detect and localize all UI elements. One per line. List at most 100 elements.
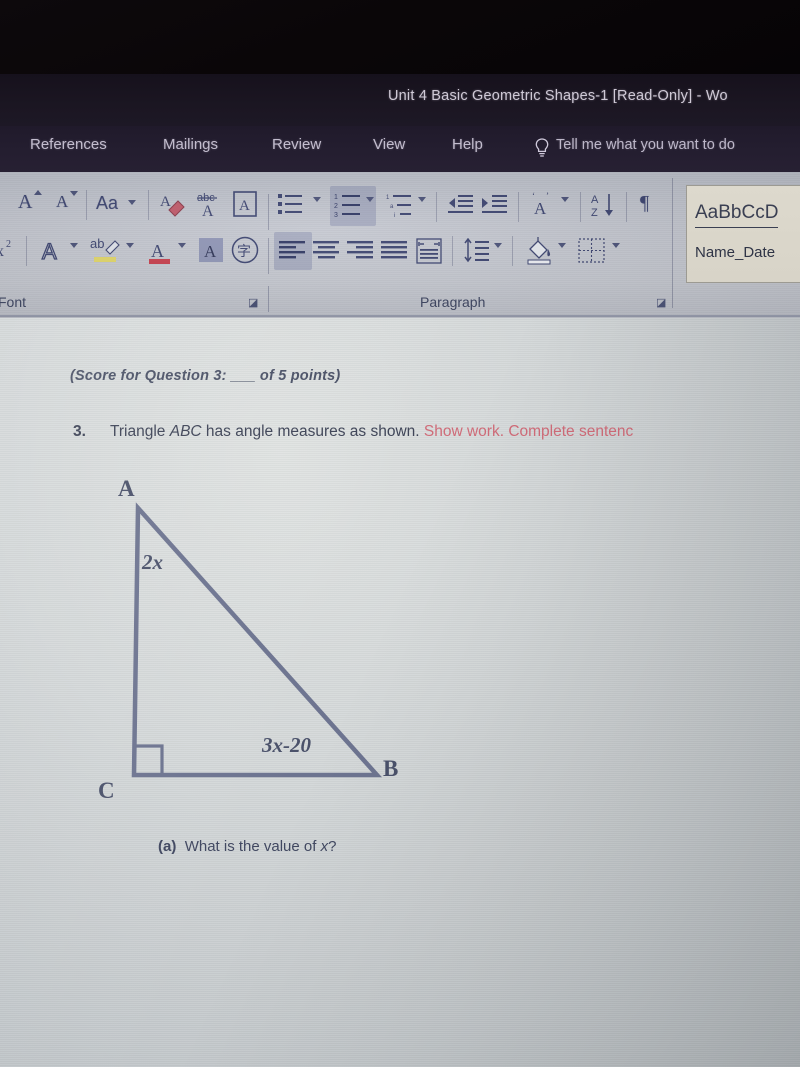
shrink-font-button[interactable]: A [56, 193, 68, 210]
numbering-icon[interactable]: 1 2 3 [334, 192, 362, 218]
increase-indent-icon[interactable] [480, 193, 508, 217]
tab-mailings[interactable]: Mailings [163, 136, 218, 153]
bullets-arrow-icon[interactable] [313, 197, 321, 202]
change-case-button[interactable]: Aa [96, 194, 118, 212]
paragraph-dialog-launcher[interactable]: ◪ [656, 296, 666, 309]
superscript-icon[interactable]: x 2 [0, 236, 22, 262]
tab-review[interactable]: Review [272, 136, 321, 153]
align-right-icon[interactable] [347, 240, 375, 262]
divider [86, 190, 87, 220]
phonetic-guide-icon[interactable]: ‘ ’ A [528, 191, 556, 217]
svg-text:A: A [202, 203, 214, 219]
svg-text:Z: Z [591, 207, 598, 219]
vertex-label-a: A [118, 476, 135, 502]
lightbulb-icon [533, 137, 551, 159]
phonetic-arrow-icon[interactable] [561, 197, 569, 202]
borders-arrow-icon[interactable] [612, 243, 620, 248]
paragraph-group-label: Paragraph [420, 294, 485, 310]
line-spacing-arrow-icon[interactable] [494, 243, 502, 248]
spelling-check-icon[interactable]: abc A [196, 189, 224, 219]
score-line: (Score for Question 3: ___ of 5 points) [70, 368, 340, 384]
ribbon-bottom-border [0, 315, 800, 317]
question-part-a: (a) What is the value of x? [158, 838, 336, 855]
character-border-icon[interactable]: A [232, 190, 258, 218]
question-text-mid: has angle measures as shown. [202, 423, 424, 440]
svg-text:’: ’ [546, 191, 549, 201]
line-spacing-icon[interactable] [462, 238, 490, 264]
tell-me-search[interactable]: Tell me what you want to do [556, 137, 735, 153]
part-a-text-end: ? [328, 838, 336, 855]
svg-text:a: a [390, 204, 394, 210]
change-case-arrow-icon[interactable] [128, 200, 136, 205]
svg-text:A: A [239, 198, 250, 214]
question-text-instruction: Show work. Complete sentenc [424, 423, 633, 440]
divider [148, 190, 149, 220]
highlight-arrow-icon[interactable] [126, 243, 134, 248]
svg-text:1: 1 [386, 195, 390, 201]
text-highlight-color-icon[interactable]: ab [90, 234, 122, 266]
text-effects-arrow-icon[interactable] [70, 243, 78, 248]
justify-icon[interactable] [381, 240, 409, 262]
svg-text:A: A [151, 241, 164, 261]
tab-references[interactable]: References [30, 136, 107, 153]
svg-text:A: A [534, 199, 547, 217]
svg-text:2: 2 [334, 203, 338, 210]
document-page[interactable]: (Score for Question 3: ___ of 5 points) … [0, 318, 800, 1067]
enclose-characters-icon[interactable]: 字 [230, 235, 260, 265]
ribbon-row-top: A A Aa A abc A A [0, 184, 800, 230]
screen-bezel-top [0, 0, 800, 80]
tab-view[interactable]: View [373, 136, 405, 153]
styles-gallery-item-name-date[interactable]: AaBbCcD Name_Date [686, 185, 800, 283]
part-a-label: (a) [158, 838, 176, 855]
triangle-outline [134, 508, 377, 775]
font-color-arrow-icon[interactable] [178, 243, 186, 248]
angle-label-b: 3x-20 [262, 733, 311, 758]
bullets-icon[interactable] [278, 192, 304, 216]
svg-text:ab: ab [90, 236, 104, 251]
svg-text:1: 1 [334, 194, 338, 201]
vertex-label-b: B [383, 756, 398, 782]
sort-icon[interactable]: A Z [590, 191, 618, 219]
svg-text:x: x [0, 243, 4, 260]
ribbon-body: A A Aa A abc A A [0, 172, 800, 318]
divider [26, 236, 27, 266]
clear-formatting-icon[interactable]: A [160, 190, 186, 218]
align-left-icon[interactable] [279, 240, 307, 262]
shrink-font-arrow-icon [70, 191, 78, 196]
svg-text:A: A [591, 194, 599, 206]
distributed-icon[interactable] [415, 238, 443, 264]
text-effects-icon[interactable]: A [38, 236, 66, 264]
divider [512, 236, 513, 266]
font-color-icon[interactable]: A [146, 236, 174, 266]
show-formatting-marks-button[interactable]: ¶ [640, 193, 649, 213]
triangle-svg [90, 468, 420, 808]
window-title: Unit 4 Basic Geometric Shapes-1 [Read-On… [388, 88, 728, 104]
question-text-lead: Triangle [110, 423, 170, 440]
tab-help[interactable]: Help [452, 136, 483, 153]
grow-font-button[interactable]: A [18, 192, 32, 212]
decrease-indent-icon[interactable] [446, 193, 474, 217]
svg-text:2: 2 [6, 239, 11, 250]
character-shading-icon[interactable]: A [198, 236, 224, 264]
style-sample-text: AaBbCcD [695, 202, 778, 228]
divider [452, 236, 453, 266]
question-text: Triangle ABC has angle measures as shown… [110, 423, 633, 441]
svg-text:3: 3 [334, 212, 338, 218]
divider [672, 178, 673, 308]
svg-text:A: A [42, 239, 57, 264]
window-title-bar: Unit 4 Basic Geometric Shapes-1 [Read-On… [0, 74, 800, 126]
align-center-icon[interactable] [313, 240, 341, 262]
borders-icon[interactable] [578, 238, 606, 264]
divider [268, 238, 269, 274]
shading-icon[interactable] [524, 236, 554, 266]
svg-text:字: 字 [237, 244, 251, 260]
divider [268, 286, 269, 312]
divider [518, 192, 519, 222]
font-dialog-launcher[interactable]: ◪ [248, 296, 258, 309]
multilevel-list-icon[interactable]: 1 a i [386, 192, 414, 218]
style-name-label: Name_Date [695, 244, 775, 261]
part-a-variable: x [321, 838, 329, 855]
shading-arrow-icon[interactable] [558, 243, 566, 248]
multilevel-arrow-icon[interactable] [418, 197, 426, 202]
numbering-arrow-icon[interactable] [366, 197, 374, 202]
